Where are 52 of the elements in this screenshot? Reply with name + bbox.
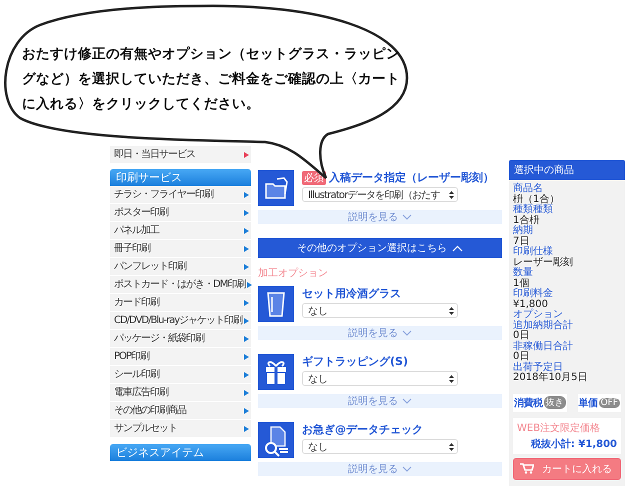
sidebar-item[interactable]: 電車広告印刷 (110, 384, 251, 402)
sidebar-item[interactable]: チラシ・フライヤー印刷 (110, 186, 251, 204)
sidebar-item[interactable]: パンフレット印刷 (110, 258, 251, 276)
sidebar-item[interactable]: CD/DVD/Blu-rayジャケット印刷 (110, 312, 251, 330)
sidebar-item[interactable]: パネル加工 (110, 222, 251, 240)
sidebar-item[interactable]: 冊子印刷 (110, 240, 251, 258)
field-value: 枡（1合） (513, 194, 560, 204)
field-value: 1合枡 (513, 216, 540, 226)
subtotal-text: 税抜小計: ¥1,800 (530, 438, 617, 450)
panel-title: 選択中の商品 (509, 160, 625, 180)
option-title: セット用冷酒グラス (302, 286, 401, 301)
field-label: 商品名 (513, 184, 544, 194)
sidebar-item[interactable]: POP印刷 (110, 348, 251, 366)
field-label: 種類種類 (513, 205, 554, 215)
option-title: 入稿データ指定（レーザー彫刻） (329, 170, 494, 185)
sidebar-item[interactable]: サンプルセット (110, 420, 251, 438)
sidebar-heading: ビジネスアイテム (110, 444, 251, 461)
field-value: 0日 (513, 352, 530, 362)
sidebar-item[interactable]: 即日・当日サービス (110, 146, 251, 164)
select-field[interactable]: なし (302, 303, 458, 318)
price-note: WEB注文限定価格 (517, 422, 602, 434)
section-label: 加工オプション (258, 266, 329, 280)
field-label: 印刷仕様 (513, 247, 554, 257)
select-field[interactable]: なし (302, 439, 458, 454)
field-label: 出荷予定日 (513, 362, 563, 372)
field-value: レーザー彫刻 (513, 258, 574, 268)
instruction-text: おたすけ修正の有無やオプション（セットグラス・ラッピングなど）を選択していただき、ご料金をご確認の上〈カートに入れる〉をクリックしてください。 (22, 45, 401, 114)
field-value: 7日 (513, 236, 530, 246)
field-value: ¥1,800 (513, 300, 549, 310)
field-value: 0日 (513, 331, 530, 341)
sidebar-item[interactable]: その他の印刷商品 (110, 402, 251, 420)
field-label: 納期 (513, 226, 534, 236)
toggle-label: 消費税 (514, 396, 542, 410)
sidebar-item[interactable]: カード印刷 (110, 294, 251, 312)
field-value: 2018年10月5日 (513, 373, 589, 384)
field-value: 1個 (513, 278, 530, 288)
sidebar-heading: 印刷サービス (110, 169, 251, 186)
toggle-label: 単価 (578, 396, 598, 410)
field-label: 印刷料金 (513, 289, 554, 300)
option-title: お急ぎ@データチェック (302, 422, 423, 437)
more-options-button[interactable]: その他のオプション選択はこちら (258, 238, 502, 258)
sidebar-item[interactable]: パッケージ・紙袋印刷 (110, 330, 251, 348)
field-label: オプション (513, 310, 563, 320)
field-label: 数量 (513, 268, 534, 278)
select-field[interactable]: Illustratorデータを印刷（おたす (302, 187, 458, 202)
sidebar-item[interactable]: ポスター印刷 (110, 204, 251, 222)
sidebar-item[interactable]: シール印刷 (110, 366, 251, 384)
field-label: 追加納期合計 (513, 320, 574, 330)
option-title: ギフトラッピング(S) (302, 354, 408, 369)
select-field[interactable]: なし (302, 371, 458, 386)
sidebar-item[interactable]: ポストカード・はがき・DM印刷 (110, 276, 251, 294)
field-label: 非稼働日合計 (513, 342, 574, 352)
